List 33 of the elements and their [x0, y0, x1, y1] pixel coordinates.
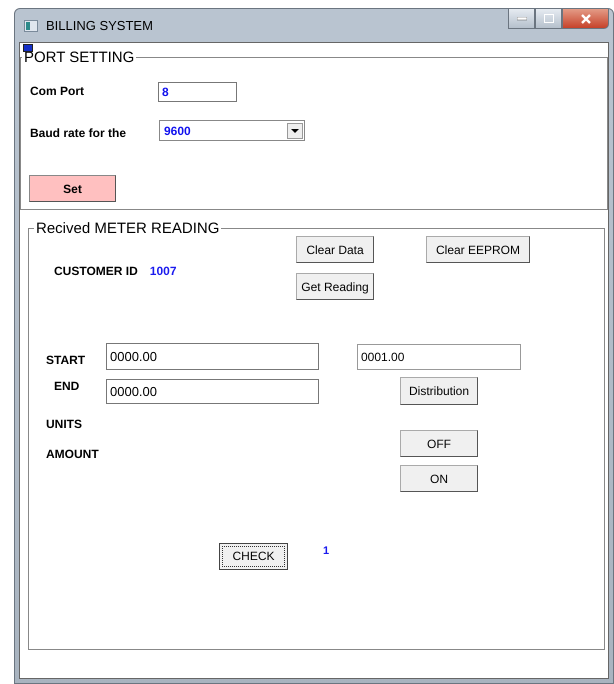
- baud-rate-label: Baud rate for the: [30, 126, 128, 140]
- on-button[interactable]: ON: [400, 465, 478, 492]
- end-label: END: [54, 379, 80, 393]
- customer-id-label: CUSTOMER ID: [54, 264, 138, 278]
- clear-data-button[interactable]: Clear Data: [296, 236, 374, 263]
- distribution-button[interactable]: Distribution: [400, 377, 478, 405]
- set-button[interactable]: Set: [29, 175, 116, 202]
- minimize-icon: [516, 16, 526, 20]
- clear-eeprom-button[interactable]: Clear EEPROM: [426, 236, 530, 263]
- minimize-button[interactable]: [508, 9, 535, 29]
- form-icon: [23, 44, 33, 52]
- group-title: PORT SETTING: [23, 49, 136, 66]
- close-icon: [580, 14, 592, 24]
- check-button[interactable]: CHECK: [219, 543, 288, 570]
- units-label: UNITS: [46, 417, 82, 431]
- close-button[interactable]: [562, 9, 609, 29]
- app-icon: [24, 20, 38, 32]
- maximize-icon: [544, 14, 554, 23]
- customer-id-value: 1007: [150, 264, 176, 278]
- group-title: Recived METER READING: [35, 220, 220, 237]
- window-title: BILLING SYSTEM: [46, 18, 153, 33]
- get-reading-button[interactable]: Get Reading: [296, 273, 374, 300]
- com-port-field[interactable]: 8: [158, 82, 237, 102]
- off-button[interactable]: OFF: [400, 430, 478, 457]
- start-label: START: [46, 352, 86, 366]
- check-result: 1: [323, 545, 330, 557]
- end-field[interactable]: 0000.00: [106, 378, 319, 404]
- start-field[interactable]: 0000.00: [106, 343, 319, 370]
- reading-field[interactable]: 0001.00: [357, 344, 521, 370]
- com-port-label: Com Port: [30, 83, 85, 98]
- baud-rate-dropdown[interactable]: 9600: [159, 120, 305, 141]
- amount-label: AMOUNT: [46, 446, 100, 461]
- maximize-button[interactable]: [535, 9, 562, 29]
